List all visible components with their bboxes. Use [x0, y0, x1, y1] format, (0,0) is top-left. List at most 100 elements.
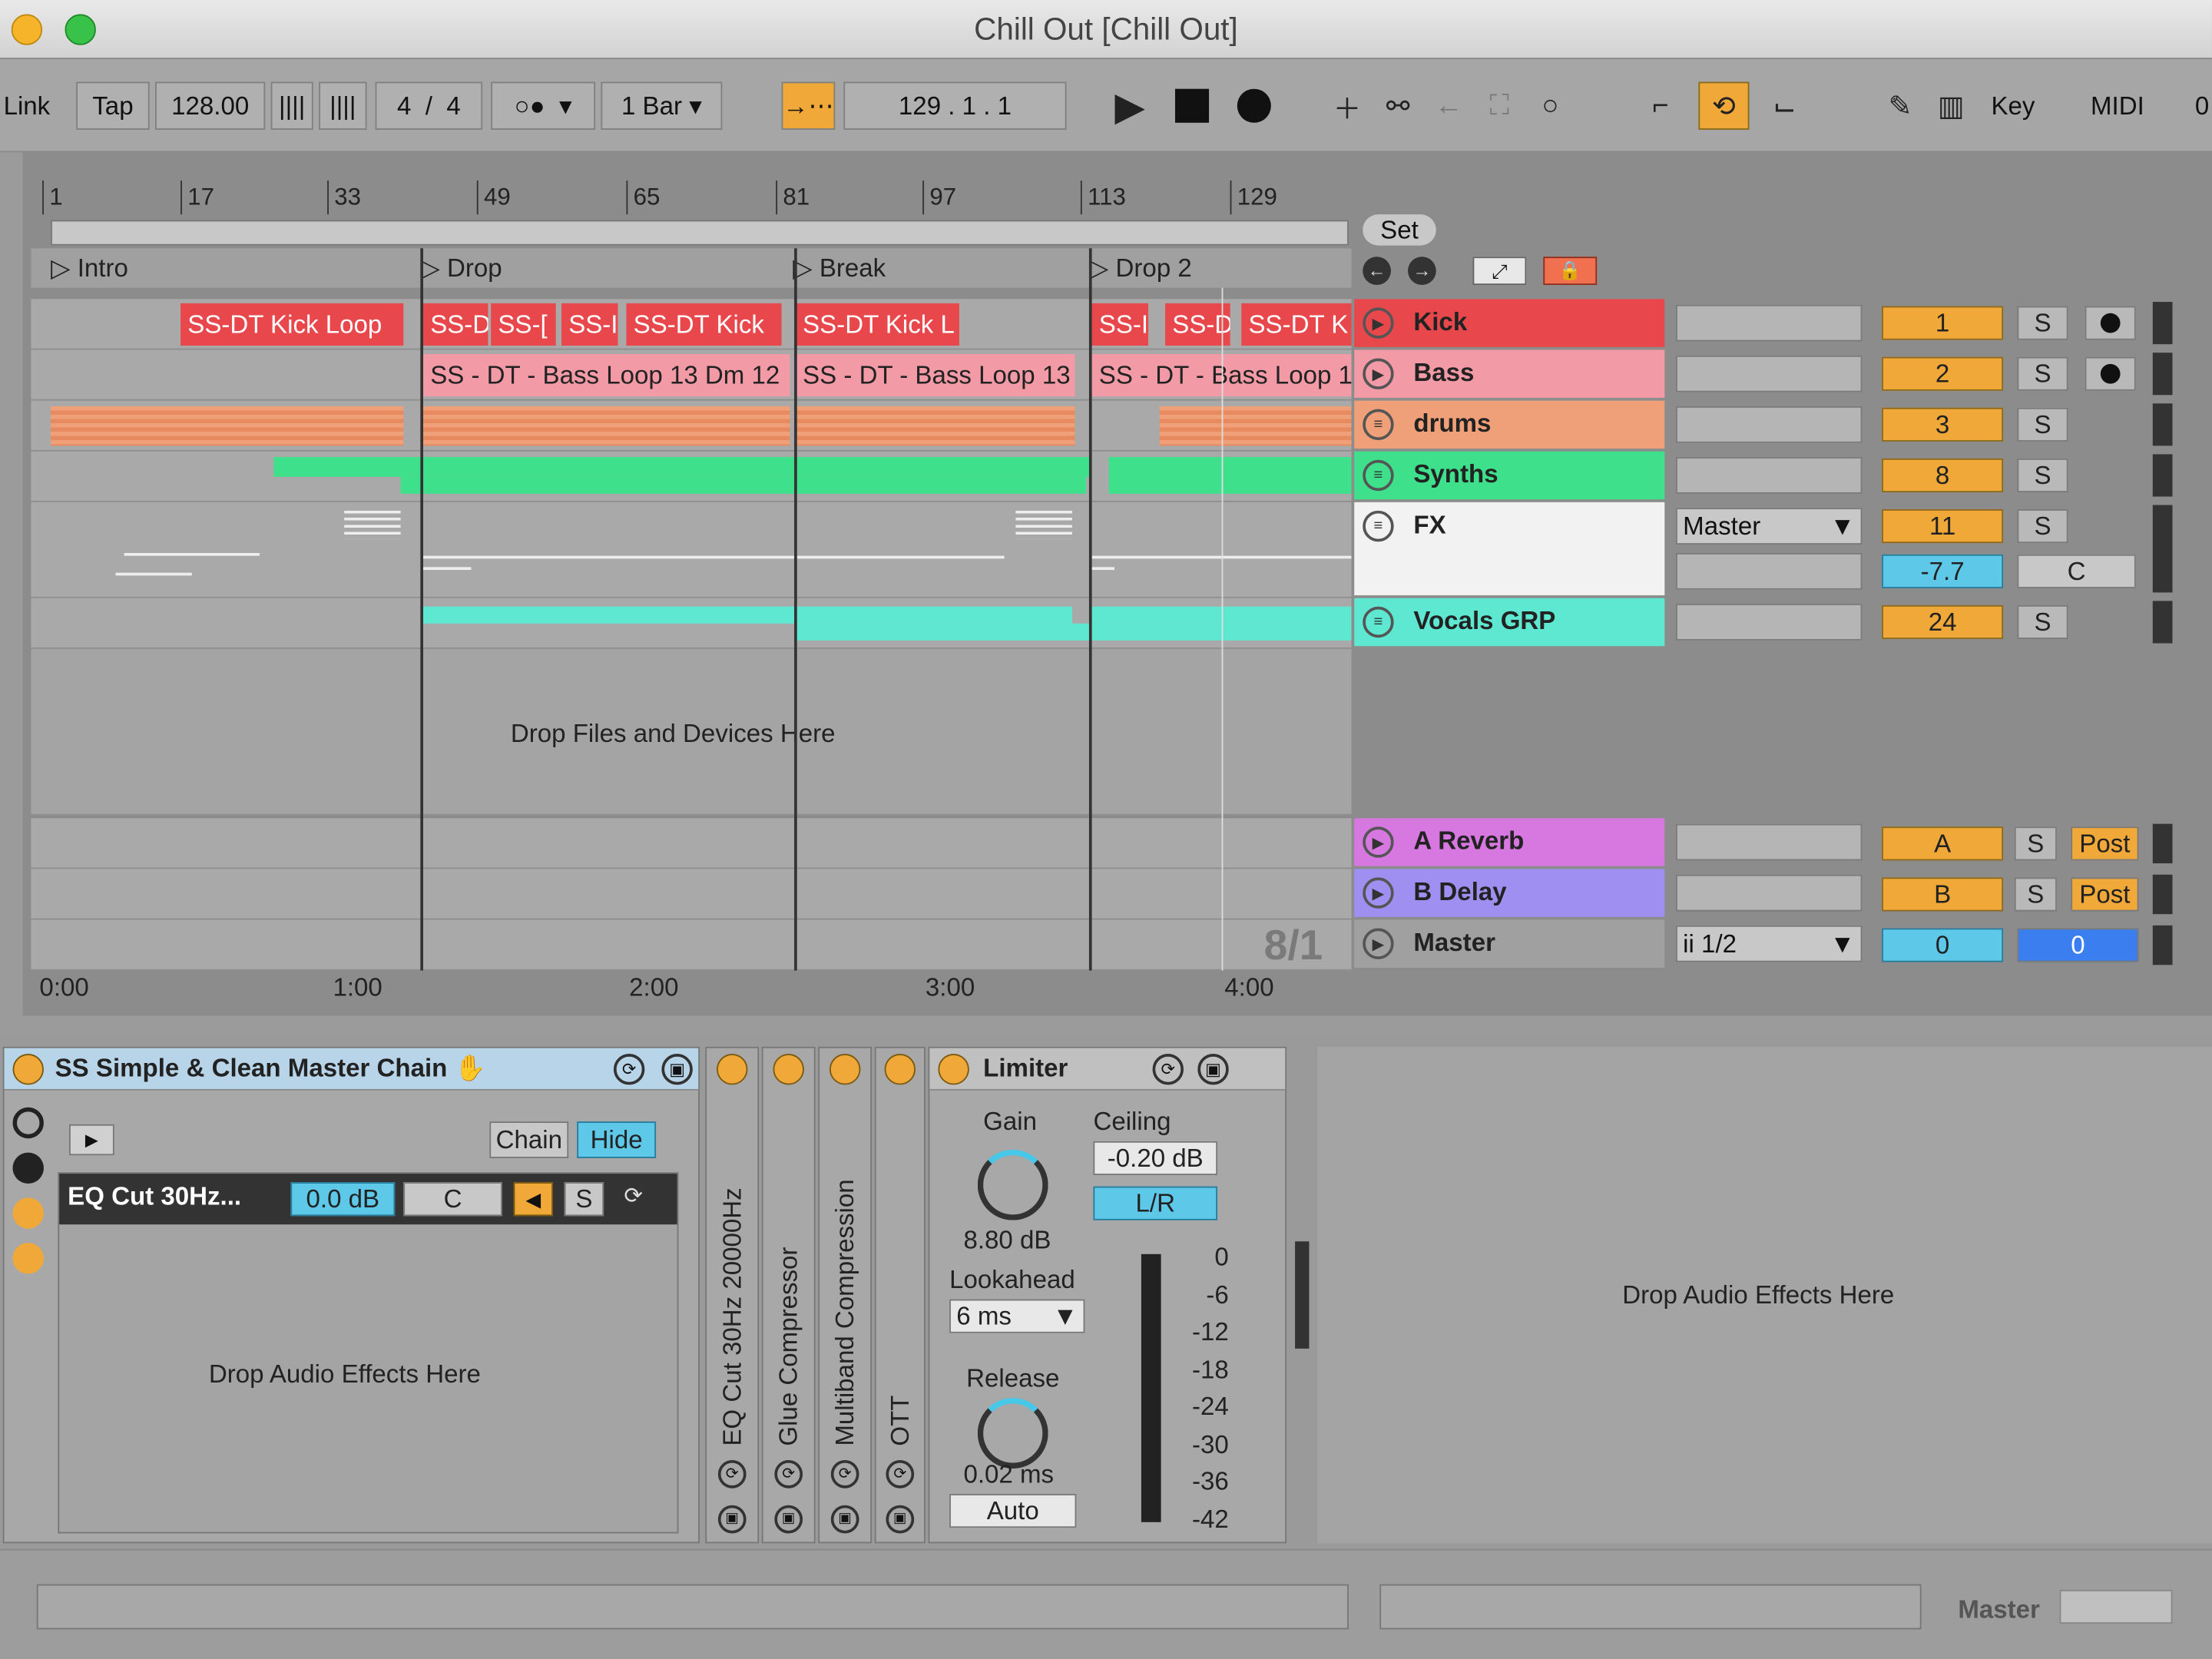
- follow-icon[interactable]: →⋯: [781, 81, 836, 130]
- clip[interactable]: SS-I: [1091, 303, 1149, 346]
- rack-device[interactable]: SS Simple & Clean Master Chain ✋ ⟳ ▣ ▶ C…: [2, 1046, 700, 1544]
- group-icon[interactable]: ≡: [1363, 510, 1394, 542]
- effect-drop-area[interactable]: Drop Audio Effects Here: [1317, 1046, 2212, 1544]
- master-pan-field[interactable]: 0: [2017, 928, 2139, 962]
- lock-icon[interactable]: 🔒: [1543, 257, 1598, 286]
- track-activator[interactable]: 2: [1882, 356, 2004, 391]
- metronome-dropdown[interactable]: ○● ▾: [491, 81, 596, 130]
- hide-button[interactable]: Hide: [577, 1121, 657, 1158]
- play-icon[interactable]: ▶: [1363, 877, 1394, 909]
- track-activator[interactable]: 8: [1882, 458, 2004, 493]
- pencil-icon[interactable]: ✎: [1876, 82, 1924, 130]
- track-header-synths[interactable]: ≡ Synths: [1354, 451, 1665, 500]
- play-icon[interactable]: ▶: [68, 1124, 114, 1156]
- overdub-icon[interactable]: ＋: [1323, 82, 1371, 130]
- group-icon[interactable]: ≡: [1363, 459, 1394, 492]
- arm-button[interactable]: [2085, 306, 2136, 340]
- lane-vocals[interactable]: [31, 598, 1352, 649]
- device-power-button[interactable]: [938, 1054, 969, 1085]
- hot-swap-icon[interactable]: ⟳: [717, 1459, 747, 1488]
- solo-button[interactable]: S: [2017, 407, 2068, 442]
- folded-device-ott[interactable]: OTT ⟳ ▣: [874, 1046, 926, 1544]
- clip[interactable]: [795, 406, 1075, 446]
- clip[interactable]: SS-DT Kick: [626, 303, 782, 346]
- stop-icon[interactable]: [1168, 82, 1216, 130]
- clip[interactable]: [423, 606, 1072, 624]
- locator-intro[interactable]: ▷ Intro: [51, 253, 128, 283]
- lane-drums[interactable]: [31, 400, 1352, 452]
- clip[interactable]: [400, 476, 1087, 494]
- play-icon[interactable]: ▶: [1363, 358, 1394, 389]
- fx-pan-field[interactable]: C: [2017, 554, 2136, 588]
- hot-swap-icon[interactable]: ⟳: [774, 1459, 803, 1488]
- menu-icon[interactable]: [12, 1243, 44, 1274]
- save-icon[interactable]: ▣: [774, 1505, 803, 1534]
- save-preset-icon[interactable]: ▣: [661, 1054, 693, 1085]
- locator-break[interactable]: ▷ Break: [793, 253, 886, 283]
- solo-button[interactable]: S: [2017, 604, 2068, 640]
- tempo-field[interactable]: 128.00: [155, 81, 266, 130]
- fx-output-select[interactable]: Master ▼: [1675, 508, 1863, 545]
- tap-button[interactable]: Tap: [76, 81, 150, 130]
- lane-master[interactable]: 8/1: [31, 919, 1352, 971]
- clip[interactable]: SS-[: [491, 303, 556, 346]
- monitor-slot[interactable]: [1675, 823, 1863, 861]
- clip[interactable]: SS - DT - Bass Loop 13 Dm 12: [423, 354, 790, 397]
- next-locator-icon[interactable]: →: [1408, 257, 1436, 286]
- device-power-button[interactable]: [829, 1054, 861, 1085]
- hot-swap-icon[interactable]: ⟳: [613, 1054, 645, 1085]
- clip[interactable]: [51, 406, 404, 446]
- loop-brace[interactable]: [51, 220, 1349, 246]
- master-volume-field[interactable]: 0: [1882, 928, 2004, 962]
- auto-release-button[interactable]: Auto: [949, 1494, 1077, 1528]
- clip[interactable]: SS-D: [423, 303, 488, 346]
- play-icon[interactable]: ▶: [1106, 82, 1154, 130]
- solo-button[interactable]: S: [2014, 826, 2057, 861]
- track-header-master[interactable]: ▶ Master: [1354, 919, 1665, 968]
- hot-swap-icon[interactable]: ⟳: [615, 1182, 652, 1216]
- keyboard-icon[interactable]: ▥: [1927, 82, 1975, 130]
- quantize-dropdown[interactable]: 1 Bar ▾: [601, 81, 723, 130]
- macro-icon[interactable]: [12, 1107, 44, 1139]
- locator-drop-2[interactable]: ▷ Drop 2: [1089, 253, 1192, 283]
- device-list-icon[interactable]: [12, 1197, 44, 1229]
- stereo-link-button[interactable]: L/R: [1093, 1186, 1218, 1220]
- track-activator[interactable]: 11: [1882, 509, 2004, 544]
- track-header-fx[interactable]: ≡ FX: [1354, 502, 1665, 596]
- group-icon[interactable]: ≡: [1363, 409, 1394, 441]
- track-header-vocals[interactable]: ≡ Vocals GRP: [1354, 598, 1665, 647]
- save-preset-icon[interactable]: ▣: [1197, 1054, 1229, 1085]
- clip[interactable]: [423, 406, 790, 446]
- clip[interactable]: SS-D: [1165, 303, 1230, 346]
- folded-device-eq[interactable]: EQ Cut 30Hz 20000Hz ⟳ ▣: [705, 1046, 760, 1544]
- limiter-device[interactable]: Limiter ⟳ ▣ Gain 8.80 dB Ceiling -0.20 d…: [928, 1046, 1287, 1544]
- post-button[interactable]: Post: [2071, 877, 2139, 912]
- gain-knob[interactable]: [977, 1149, 1048, 1220]
- clip[interactable]: [795, 623, 1352, 641]
- automation-arm-icon[interactable]: ⚯: [1374, 82, 1422, 130]
- solo-button[interactable]: S: [2017, 356, 2068, 391]
- save-icon[interactable]: ▣: [886, 1505, 915, 1534]
- hot-swap-icon[interactable]: ⟳: [830, 1459, 859, 1488]
- back-to-arrangement-icon[interactable]: ←: [1425, 82, 1472, 130]
- lane-a-reverb[interactable]: [31, 818, 1352, 869]
- solo-button[interactable]: S: [2017, 509, 2068, 544]
- capture-icon[interactable]: ⛶: [1475, 82, 1523, 130]
- monitor-slot[interactable]: [1675, 874, 1863, 912]
- arm-button[interactable]: [2085, 356, 2136, 391]
- lane-synths[interactable]: [31, 451, 1352, 502]
- return-activator[interactable]: B: [1882, 877, 2004, 912]
- expand-icon[interactable]: ⤢: [1472, 257, 1527, 286]
- clip[interactable]: [1159, 406, 1352, 446]
- device-resize-handle[interactable]: [1295, 1241, 1310, 1349]
- ceiling-field[interactable]: -0.20 dB: [1093, 1141, 1218, 1175]
- rack-power-button[interactable]: [12, 1054, 44, 1085]
- punch-in-icon[interactable]: ⌐: [1637, 82, 1684, 130]
- record-icon[interactable]: [1230, 82, 1278, 130]
- monitor-slot[interactable]: [1675, 552, 1863, 590]
- clip[interactable]: [1108, 457, 1352, 494]
- play-icon[interactable]: ▶: [1363, 928, 1394, 959]
- loop-icon[interactable]: ⟲: [1698, 81, 1750, 130]
- track-header-kick[interactable]: ▶ Kick: [1354, 299, 1665, 347]
- track-header-a-reverb[interactable]: ▶ A Reverb: [1354, 818, 1665, 866]
